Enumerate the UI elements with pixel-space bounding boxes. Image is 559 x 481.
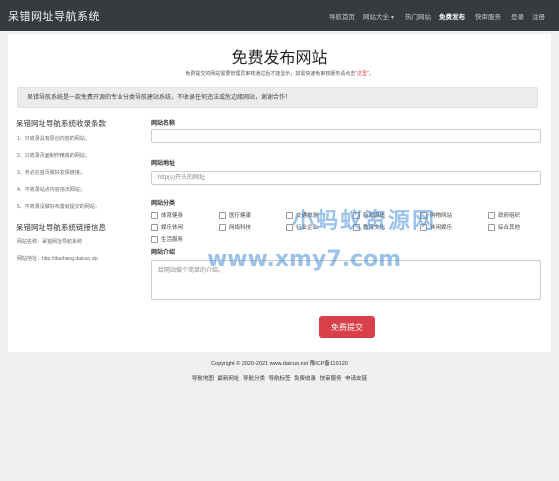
nav-hot-sites[interactable]: 热门网站 xyxy=(405,11,431,21)
category-label: 交通旅游 xyxy=(296,213,319,219)
page-description-end: 。 xyxy=(368,71,374,77)
category-checkbox[interactable]: 教育文化 xyxy=(353,223,385,231)
category-checkbox[interactable]: 交通旅游 xyxy=(286,211,318,219)
category-label: 娱乐休闲 xyxy=(161,225,184,231)
category-label: 教育文化 xyxy=(363,225,386,231)
checkbox-icon[interactable] xyxy=(286,223,293,231)
nav-free-submit[interactable]: 免费发布 xyxy=(439,11,465,21)
footer-link-latest[interactable]: 最新网址 xyxy=(217,376,239,382)
checkbox-icon[interactable] xyxy=(219,211,226,219)
checkbox-icon[interactable] xyxy=(151,223,158,231)
footer-link-tags[interactable]: 导航标签 xyxy=(268,376,290,382)
submit-button[interactable]: 免费提交 xyxy=(319,316,375,338)
category-checkbox[interactable]: 新闻媒体 xyxy=(353,211,385,219)
category-checkbox[interactable]: 网络科技 xyxy=(219,223,251,231)
rule-item: 5、不收录没做好布置就提交的网站； xyxy=(17,204,100,210)
nav-login[interactable]: 登录 xyxy=(511,11,524,21)
checkbox-icon[interactable] xyxy=(488,211,495,219)
fast-review-link[interactable]: "这里" xyxy=(355,71,369,77)
site-intro-label: 网站介绍 xyxy=(151,250,176,256)
rule-item: 3、务必在首页做好友情链接； xyxy=(17,170,85,176)
category-checkbox[interactable]: 政府组织 xyxy=(488,211,520,219)
nav-register[interactable]: 注册 xyxy=(532,11,545,21)
category-checkbox[interactable]: 休闲娱乐 xyxy=(420,223,452,231)
copyright: Copyright © 2020-2021 www.daicuo.net 豫IC… xyxy=(211,361,348,367)
checkbox-icon[interactable] xyxy=(151,235,158,243)
category-label: 网络科技 xyxy=(229,225,252,231)
link-info-url: 网站地址：http://daohang.daicuo.vip xyxy=(17,256,98,262)
page-description-text: 免费提交的网站需要管理员审核通过后才能显示，如需快速免审核服务请点击 xyxy=(185,71,356,77)
link-info-name: 网站名称：呆错网址导航系统 xyxy=(17,239,83,245)
site-category-label: 网站分类 xyxy=(151,201,176,207)
category-checkbox[interactable]: 生活服务 xyxy=(151,235,183,243)
category-label: 生活服务 xyxy=(161,237,184,243)
category-checkbox[interactable]: 体育健身 xyxy=(151,211,183,219)
category-label: 政府组织 xyxy=(498,213,521,219)
site-name-input[interactable] xyxy=(151,129,541,143)
category-label: 综合其他 xyxy=(498,225,521,231)
nav-site-directory-label: 网站大全 xyxy=(363,14,389,21)
category-label: 购物网站 xyxy=(430,213,453,219)
site-brand[interactable]: 呆错网址导航系统 xyxy=(8,8,100,24)
site-name-label: 网站名称 xyxy=(151,121,176,127)
checkbox-icon[interactable] xyxy=(353,223,360,231)
nav-site-directory[interactable]: 网站大全▼ xyxy=(363,11,395,21)
rules-title: 呆错网址导航系统收录条款 xyxy=(16,119,106,128)
category-checkbox[interactable]: 医疗健康 xyxy=(219,211,251,219)
category-label: 新闻媒体 xyxy=(363,213,386,219)
page-title: 免费发布网站 xyxy=(231,50,328,67)
chevron-down-icon: ▼ xyxy=(390,15,395,21)
rule-item: 4、不收录站点内容违法网站； xyxy=(17,187,85,193)
checkbox-icon[interactable] xyxy=(151,211,158,219)
site-intro-textarea[interactable] xyxy=(151,260,541,300)
category-checkbox[interactable]: 购物网站 xyxy=(420,211,452,219)
category-label: 体育健身 xyxy=(161,213,184,219)
nav-fast-review[interactable]: 快审服务 xyxy=(475,11,501,21)
top-navbar: 呆错网址导航系统 导航首页 网站大全▼ 热门网站 免费发布 快审服务 登录 注册 xyxy=(0,0,559,31)
category-label: 行业企业 xyxy=(296,225,319,231)
notice-banner: 呆错导航系统是一款免费开源的专业分类导航建站系统，不收录任何违法或危边缘网站，谢… xyxy=(17,87,538,108)
footer-link-friend-link[interactable]: 申请友链 xyxy=(345,376,367,382)
rule-item: 1、只收录具有原创内容的网站； xyxy=(17,136,90,142)
category-label: 休闲娱乐 xyxy=(430,225,453,231)
rule-item: 2、只收录页面制作精良的网站； xyxy=(17,153,90,159)
checkbox-icon[interactable] xyxy=(488,223,495,231)
footer-link-fast-review[interactable]: 快审服务 xyxy=(320,376,342,382)
checkbox-icon[interactable] xyxy=(286,211,293,219)
checkbox-icon[interactable] xyxy=(420,211,427,219)
site-url-input[interactable] xyxy=(151,171,541,185)
checkbox-icon[interactable] xyxy=(219,223,226,231)
checkbox-icon[interactable] xyxy=(420,223,427,231)
category-checkbox[interactable]: 综合其他 xyxy=(488,223,520,231)
category-checkbox[interactable]: 娱乐休闲 xyxy=(151,223,183,231)
category-label: 医疗健康 xyxy=(229,213,252,219)
site-url-label: 网站地址 xyxy=(151,161,176,167)
main-card: 免费发布网站 免费提交的网站需要管理员审核通过后才能显示，如需快速免审核服务请点… xyxy=(8,34,551,352)
checkbox-icon[interactable] xyxy=(353,211,360,219)
page-description: 免费提交的网站需要管理员审核通过后才能显示，如需快速免审核服务请点击"这里"。 xyxy=(8,70,551,77)
link-info-title: 呆错网址导航系统链接信息 xyxy=(16,223,106,232)
footer-link-categories[interactable]: 导航分类 xyxy=(243,376,265,382)
footer-links: 导航地图 最新网址 导航分类 导航标签 免费收录 快审服务 申请友链 xyxy=(0,374,559,382)
footer-link-free-submit[interactable]: 免费收录 xyxy=(294,376,316,382)
nav-home[interactable]: 导航首页 xyxy=(329,11,355,21)
footer-link-sitemap[interactable]: 导航地图 xyxy=(192,376,214,382)
category-checkbox[interactable]: 行业企业 xyxy=(286,223,318,231)
